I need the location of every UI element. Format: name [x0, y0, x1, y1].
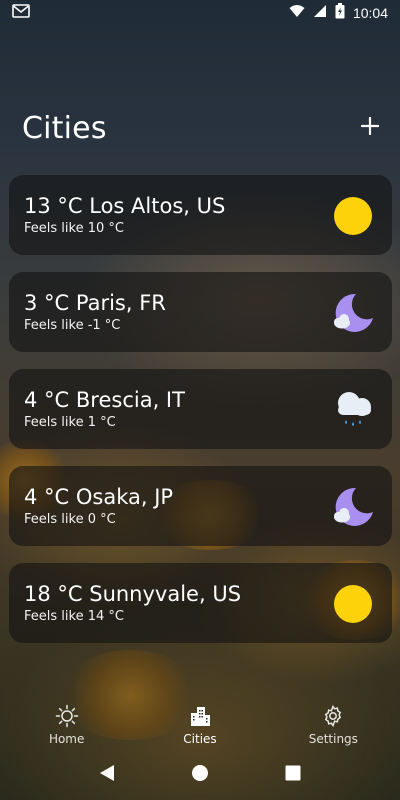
back-button[interactable] [87, 755, 127, 795]
header: Cities [0, 108, 400, 148]
home-circle-icon [191, 764, 209, 786]
back-icon [98, 764, 116, 786]
home-button[interactable] [180, 755, 220, 795]
plus-icon [360, 116, 380, 139]
recents-square-icon [285, 765, 301, 785]
gmail-icon [12, 4, 30, 22]
page-title: Cities [22, 110, 107, 146]
nav-settings[interactable]: Settings [278, 698, 388, 750]
city-temperature-name: 3 °C Paris, FR [24, 291, 166, 315]
rain-cloud-icon [332, 389, 374, 431]
sun-icon [332, 195, 374, 237]
city-feels-like: Feels like 10 °C [24, 221, 124, 236]
signal-icon [313, 4, 327, 22]
moon-cloud-icon [332, 292, 374, 334]
nav-home-label: Home [48, 732, 85, 746]
city-temperature-name: 4 °C Osaka, JP [24, 485, 174, 509]
sun-outline-icon [55, 704, 79, 728]
wifi-icon [289, 4, 305, 22]
city-list: 13 °C Los Altos, US Feels like 10 °C 3 °… [9, 175, 392, 660]
gear-icon [321, 704, 345, 728]
sun-icon [332, 583, 374, 625]
city-temperature-name: 18 °C Sunnyvale, US [24, 582, 242, 606]
status-bar: 10:04 [0, 0, 400, 26]
buildings-icon [188, 704, 212, 728]
nav-cities[interactable]: Cities [145, 698, 255, 750]
battery-charging-icon [335, 3, 345, 23]
nav-home[interactable]: Home [12, 698, 122, 750]
add-city-button[interactable] [356, 114, 384, 142]
city-feels-like: Feels like -1 °C [24, 318, 121, 333]
city-feels-like: Feels like 0 °C [24, 512, 116, 527]
city-card[interactable]: 13 °C Los Altos, US Feels like 10 °C [9, 175, 392, 255]
city-card[interactable]: 4 °C Brescia, IT Feels like 1 °C [9, 369, 392, 449]
city-temperature-name: 4 °C Brescia, IT [24, 388, 185, 412]
clock: 10:04 [352, 5, 388, 21]
recents-button[interactable] [273, 755, 313, 795]
bottom-navigation: Home Cities Settings [0, 698, 400, 750]
city-card[interactable]: 4 °C Osaka, JP Feels like 0 °C [9, 466, 392, 546]
nav-cities-label: Cities [183, 732, 217, 746]
nav-settings-label: Settings [308, 732, 358, 746]
system-navigation-bar [0, 755, 400, 795]
city-card[interactable]: 18 °C Sunnyvale, US Feels like 14 °C [9, 563, 392, 643]
city-card[interactable]: 3 °C Paris, FR Feels like -1 °C [9, 272, 392, 352]
city-temperature-name: 13 °C Los Altos, US [24, 194, 226, 218]
moon-cloud-icon [332, 486, 374, 528]
city-feels-like: Feels like 1 °C [24, 415, 116, 430]
city-feels-like: Feels like 14 °C [24, 609, 124, 624]
